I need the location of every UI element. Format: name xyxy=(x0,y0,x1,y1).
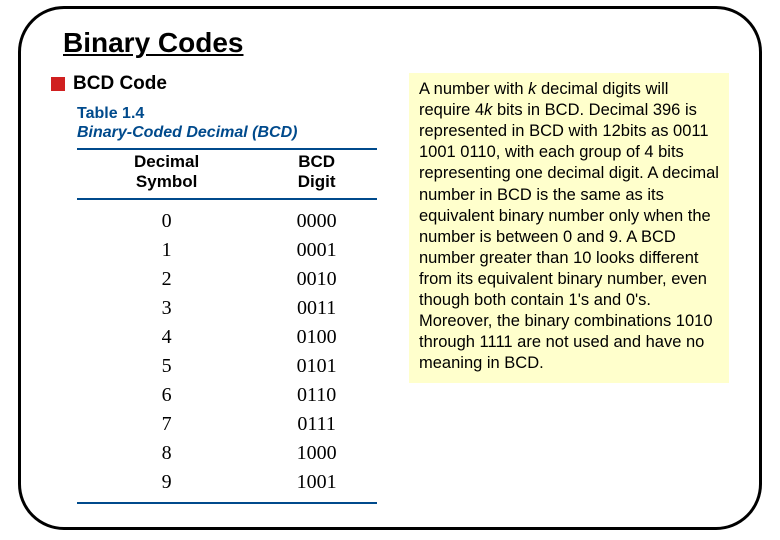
table-row: 81000 xyxy=(77,439,377,468)
cell-bcd: 1000 xyxy=(256,439,377,468)
cell-dec: 2 xyxy=(77,265,256,294)
table-body: 00000 10001 20010 30011 40100 50101 6011… xyxy=(77,199,377,503)
cell-dec: 7 xyxy=(77,410,256,439)
table-row: 20010 xyxy=(77,265,377,294)
table-row: 91001 xyxy=(77,468,377,503)
table-number: Table 1.4 xyxy=(77,105,144,122)
col-header-bcd: BCD Digit xyxy=(256,149,377,199)
description-box: A number with k decimal digits will requ… xyxy=(409,73,729,383)
table-row: 30011 xyxy=(77,294,377,323)
col-header-decimal-a: Decimal xyxy=(83,152,250,172)
table-row: 10001 xyxy=(77,236,377,265)
table-row: 40100 xyxy=(77,323,377,352)
cell-bcd: 0111 xyxy=(256,410,377,439)
cell-bcd: 0101 xyxy=(256,352,377,381)
cell-dec: 4 xyxy=(77,323,256,352)
table-header-row: Decimal Symbol BCD Digit xyxy=(77,149,377,199)
slide-title: Binary Codes xyxy=(63,27,729,59)
left-column: BCD Code Table 1.4 Binary-Coded Decimal … xyxy=(51,73,391,504)
slide-frame: Binary Codes BCD Code Table 1.4 Binary-C… xyxy=(18,6,762,530)
para-text: bits in BCD. Decimal 396 is represented … xyxy=(419,101,719,372)
cell-bcd: 0010 xyxy=(256,265,377,294)
cell-bcd: 1001 xyxy=(256,468,377,503)
cell-dec: 1 xyxy=(77,236,256,265)
table-row: 60110 xyxy=(77,381,377,410)
cell-bcd: 0011 xyxy=(256,294,377,323)
table-row: 00000 xyxy=(77,199,377,236)
cell-dec: 8 xyxy=(77,439,256,468)
subheading-text: BCD Code xyxy=(73,73,167,95)
para-text: A number with xyxy=(419,80,528,98)
cell-dec: 3 xyxy=(77,294,256,323)
cell-bcd: 0110 xyxy=(256,381,377,410)
content-row: BCD Code Table 1.4 Binary-Coded Decimal … xyxy=(51,73,729,504)
table-row: 50101 xyxy=(77,352,377,381)
col-header-bcd-b: Digit xyxy=(262,172,371,192)
col-header-bcd-a: BCD xyxy=(262,152,371,172)
table-row: 70111 xyxy=(77,410,377,439)
cell-bcd: 0000 xyxy=(256,199,377,236)
col-header-decimal: Decimal Symbol xyxy=(77,149,256,199)
bullet-icon xyxy=(51,77,65,91)
cell-dec: 0 xyxy=(77,199,256,236)
col-header-decimal-b: Symbol xyxy=(83,172,250,192)
cell-dec: 9 xyxy=(77,468,256,503)
cell-dec: 5 xyxy=(77,352,256,381)
table-caption-title: Binary-Coded Decimal (BCD) xyxy=(77,124,391,142)
cell-bcd: 0001 xyxy=(256,236,377,265)
table-caption-label: Table 1.4 xyxy=(77,105,391,123)
cell-bcd: 0100 xyxy=(256,323,377,352)
table-wrap: Table 1.4 Binary-Coded Decimal (BCD) Dec… xyxy=(77,105,391,504)
bcd-table: Decimal Symbol BCD Digit 00000 10001 xyxy=(77,148,377,504)
subheading: BCD Code xyxy=(51,73,391,95)
cell-dec: 6 xyxy=(77,381,256,410)
